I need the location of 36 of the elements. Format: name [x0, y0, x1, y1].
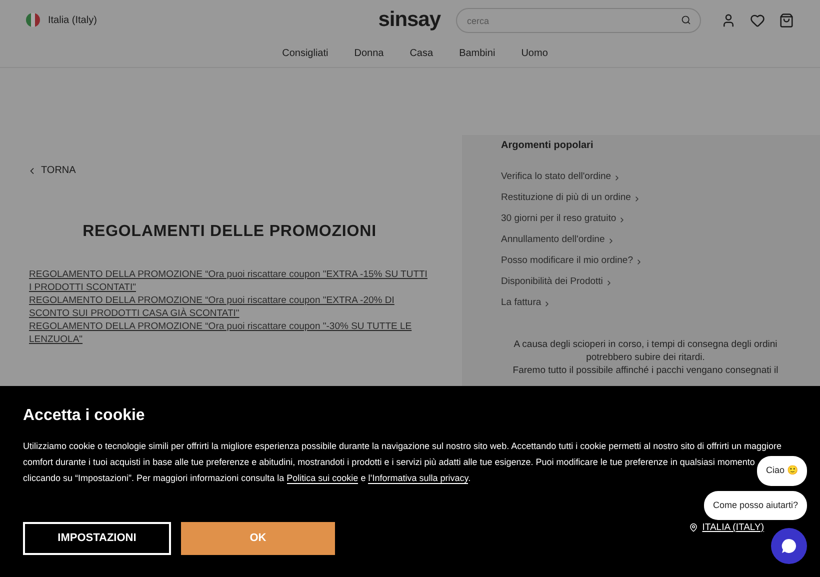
- back-link[interactable]: TORNA: [27, 163, 432, 178]
- search-field[interactable]: cerca: [456, 8, 701, 33]
- privacy-link[interactable]: l’Informativa sulla privacy: [368, 473, 468, 484]
- topic-link[interactable]: Posso modificare il mio ordine?: [501, 255, 790, 268]
- logo[interactable]: sinsay: [378, 4, 440, 36]
- topic-link[interactable]: Disponibilità dei Prodotti: [501, 276, 790, 289]
- settings-button[interactable]: IMPOSTAZIONI: [23, 522, 171, 555]
- topic-link[interactable]: Verifica lo stato dell'ordine: [501, 171, 790, 184]
- chat-bubble: Come posso aiutarti?: [704, 490, 807, 520]
- cookie-policy-link[interactable]: Politica sui cookie: [286, 473, 358, 484]
- page-title: REGOLAMENTI DELLE PROMOZIONI: [82, 222, 378, 242]
- heart-icon[interactable]: [750, 12, 765, 28]
- location-link[interactable]: ITALIA (ITALY): [702, 520, 764, 535]
- section-title: Argomenti popolari: [501, 139, 594, 153]
- notice-text: Faremo tutto il possibile affinché i pacchi vengano consegnati il: [512, 364, 780, 377]
- user-icon[interactable]: [721, 12, 736, 28]
- chat-icon: [780, 537, 798, 555]
- promotion-link[interactable]: REGOLAMENTO DELLA PROMOZIONE “Ora puoi riscattare coupon "EXTRA -15% SU TUTTI I PRODOTTI SCONTATI": [29, 268, 432, 294]
- promotion-link[interactable]: REGOLAMENTO DELLA PROMOZIONE “Ora puoi riscattare coupon "-30% SU TUTTE LE LENZUOLA": [29, 320, 432, 346]
- topic-link[interactable]: Annullamento dell'ordine: [501, 234, 790, 247]
- topic-link[interactable]: 30 giorni per il reso gratuito: [501, 213, 790, 226]
- nav-link[interactable]: Bambini: [459, 46, 496, 61]
- topic-link[interactable]: Restituzione di più di un ordine: [501, 192, 790, 205]
- location-icon: [689, 523, 698, 532]
- nav-link[interactable]: Uomo: [521, 46, 548, 61]
- nav-link[interactable]: Consigliati: [282, 46, 328, 61]
- nav-link[interactable]: Donna: [354, 46, 384, 61]
- flag-icon: [26, 13, 40, 27]
- notice-text: A causa degli scioperi in corso, i tempi di consegna degli ordini potrebbero subire dei ritardi.: [512, 338, 778, 364]
- nav-link[interactable]: Casa: [410, 46, 434, 61]
- bag-icon[interactable]: [779, 12, 794, 28]
- topic-link[interactable]: La fattura: [501, 297, 790, 310]
- search-icon[interactable]: [681, 14, 691, 24]
- promotion-link[interactable]: REGOLAMENTO DELLA PROMOZIONE “Ora puoi riscattare coupon "EXTRA -20% DI SCONTO SUI PRODOTTI CASA GIÀ SCONTATI": [29, 294, 432, 320]
- cookie-title: Accetta i cookie: [23, 406, 146, 426]
- country-selector[interactable]: Italia (Italy): [48, 12, 97, 28]
